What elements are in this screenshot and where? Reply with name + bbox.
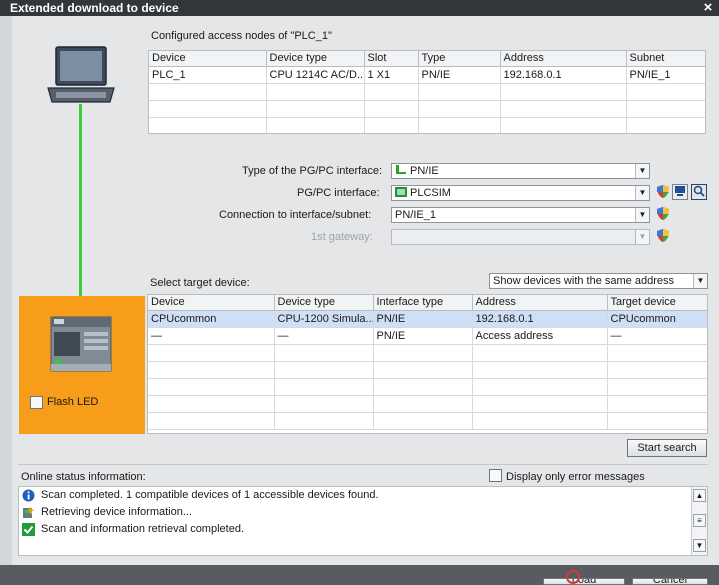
table-cell: — [148, 327, 275, 345]
column-header[interactable]: Device [149, 51, 267, 67]
table-row[interactable]: — — PN/IE Access address — [148, 327, 707, 345]
column-header[interactable]: Address [472, 295, 608, 311]
connection-select[interactable]: PN/IE_1 ▼ [391, 207, 650, 223]
window-title: Extended download to device [10, 1, 179, 15]
table-row-empty [148, 412, 707, 430]
flash-led-checkbox[interactable] [30, 396, 43, 409]
table-cell: PN/IE_1 [626, 66, 705, 84]
online-status-label: Online status information: [21, 471, 146, 483]
chevron-down-icon[interactable]: ▼ [693, 274, 707, 288]
connection-label: Connection to interface/subnet: [219, 209, 372, 221]
error-only-checkbox[interactable] [489, 469, 502, 482]
mouse-cursor-icon [566, 570, 580, 584]
shield-icon[interactable] [656, 228, 670, 243]
scroll-thumb-icon[interactable]: ≡ [693, 514, 706, 527]
column-header[interactable]: Address [500, 51, 627, 67]
pgpc-computer-icon [47, 46, 115, 103]
column-header[interactable]: Interface type [373, 295, 473, 311]
table-row-empty [148, 378, 707, 396]
background-window-edge [0, 16, 12, 585]
table-row[interactable]: PLC_1 CPU 1214C AC/D... 1 X1 PN/IE 192.1… [149, 66, 705, 84]
divider [18, 464, 708, 465]
shield-icon[interactable] [656, 184, 670, 199]
table-row-empty [149, 83, 705, 101]
close-icon[interactable]: × [701, 0, 715, 16]
table-cell: CPUcommon [607, 310, 707, 328]
table-row-empty [148, 344, 707, 362]
column-header[interactable]: Subnet [626, 51, 705, 67]
column-header[interactable]: Slot [364, 51, 419, 67]
gateway-label: 1st gateway: [311, 231, 373, 243]
table-cell: — [274, 327, 374, 345]
search-icon[interactable] [691, 184, 707, 200]
column-header[interactable]: Target device [607, 295, 707, 311]
column-header[interactable]: Type [418, 51, 501, 67]
cancel-button[interactable]: Cancel [632, 578, 708, 585]
status-text: Scan and information retrieval completed… [41, 523, 244, 535]
table-cell: PN/IE [373, 310, 473, 328]
table-cell: Access address [472, 327, 608, 345]
target-filter-value: Show devices with the same address [493, 275, 674, 287]
table-cell: 192.168.0.1 [472, 310, 608, 328]
status-text: Retrieving device information... [41, 506, 193, 518]
table-cell: CPUcommon [148, 310, 275, 328]
pgpc-interface-select[interactable]: PLCSIM ▼ [391, 185, 650, 201]
target-header-row: Device Device type Interface type Addres… [148, 295, 707, 311]
chevron-down-icon[interactable]: ▼ [635, 208, 649, 222]
table-row-empty [148, 361, 707, 379]
access-nodes-header-row: Device Device type Slot Type Address Sub… [149, 51, 705, 67]
table-cell: 192.168.0.1 [500, 66, 627, 84]
column-header[interactable]: Device type [266, 51, 365, 67]
check-icon [22, 523, 35, 536]
table-cell: CPU 1214C AC/D... [266, 66, 365, 84]
table-row-empty [148, 395, 707, 413]
table-cell: CPU-1200 Simula... [274, 310, 374, 328]
status-log: Scan completed. 1 compatible devices of … [18, 486, 708, 556]
info-icon [22, 489, 35, 502]
chevron-down-icon[interactable]: ▼ [635, 164, 649, 178]
target-devices-table: Device Device type Interface type Addres… [148, 295, 707, 430]
scroll-up-icon[interactable]: ▲ [693, 489, 706, 502]
connection-line [79, 104, 82, 296]
chevron-down-icon[interactable]: ▼ [635, 186, 649, 200]
table-cell: PLC_1 [149, 66, 267, 84]
device-icon [23, 507, 34, 518]
interface-type-value: PN/IE [410, 165, 439, 177]
plc-device-icon [50, 316, 112, 372]
status-text: Scan completed. 1 compatible devices of … [41, 489, 379, 501]
shield-icon[interactable] [656, 206, 670, 221]
table-cell: 1 X1 [364, 66, 419, 84]
table-row-empty [149, 100, 705, 118]
column-header[interactable]: Device type [274, 295, 374, 311]
target-filter-select[interactable]: Show devices with the same address ▼ [489, 273, 708, 289]
access-nodes-table: Device Device type Slot Type Address Sub… [149, 51, 705, 133]
scroll-down-icon[interactable]: ▼ [693, 539, 706, 552]
flash-led-label: Flash LED [47, 396, 99, 408]
chevron-down-icon: ▼ [635, 230, 649, 244]
access-nodes-table-frame: Device Device type Slot Type Address Sub… [148, 50, 706, 134]
pgpc-interface-value: PLCSIM [410, 187, 451, 199]
load-button[interactable]: Load [543, 578, 625, 585]
table-row-empty [149, 117, 705, 133]
properties-icon[interactable] [672, 184, 688, 200]
interface-type-select[interactable]: PN/IE ▼ [391, 163, 650, 179]
access-nodes-heading: Configured access nodes of "PLC_1" [151, 30, 332, 42]
start-search-button[interactable]: Start search [627, 439, 707, 457]
table-cell: — [607, 327, 707, 345]
column-header[interactable]: Device [148, 295, 275, 311]
network-icon [395, 165, 407, 175]
table-cell: PN/IE [373, 327, 473, 345]
status-scrollbar[interactable]: ▲ ≡ ▼ [691, 487, 707, 555]
title-bar: Extended download to device × [0, 0, 719, 16]
gateway-select: ▼ [391, 229, 650, 245]
plcsim-icon [395, 187, 407, 197]
connection-value: PN/IE_1 [395, 209, 436, 221]
table-row-selected[interactable]: CPUcommon CPU-1200 Simula... PN/IE 192.1… [148, 310, 707, 328]
select-target-label: Select target device: [150, 277, 250, 289]
target-table-frame: Device Device type Interface type Addres… [147, 294, 708, 434]
pgpc-interface-label: PG/PC interface: [297, 187, 380, 199]
table-cell: PN/IE [418, 66, 501, 84]
interface-type-label: Type of the PG/PC interface: [242, 165, 383, 177]
error-only-label: Display only error messages [506, 471, 645, 483]
